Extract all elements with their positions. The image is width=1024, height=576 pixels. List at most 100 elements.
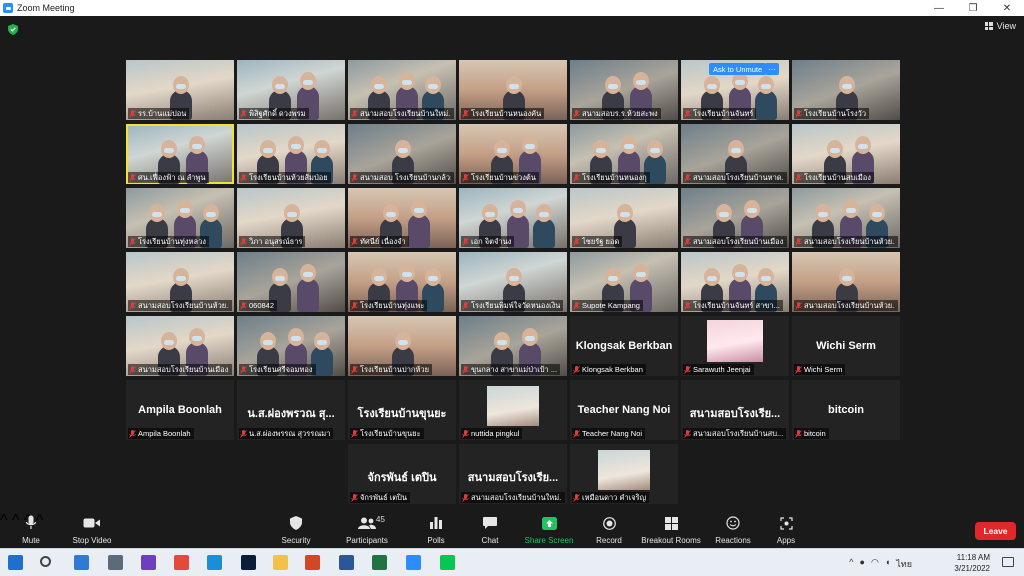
- muted-mic-icon: [129, 301, 136, 310]
- photoshop-icon[interactable]: [241, 555, 256, 570]
- participant-tile[interactable]: สนามสอบโรงเรียนบ้านห้วย...: [126, 252, 234, 312]
- clock-date: 3/21/2022: [954, 564, 990, 573]
- face-mask: [596, 148, 606, 153]
- edge-icon[interactable]: [207, 555, 222, 570]
- audio-options-chevron-icon[interactable]: ^: [0, 512, 8, 529]
- participant-tile[interactable]: โรงเรียนบ้านหนองคัน: [459, 60, 567, 120]
- participant-tile[interactable]: โรงเรียนบ้านหนองกุ: [570, 124, 678, 184]
- participant-tile[interactable]: เอก จิตจำนง: [459, 188, 567, 248]
- participant-tile[interactable]: สนามสอบร.ร.ห้วยสะพง: [570, 60, 678, 120]
- participant-tile[interactable]: โรงเรียนบ้านทุ่งหลวง: [126, 188, 234, 248]
- face-mask: [872, 212, 882, 217]
- participant-tile[interactable]: Ampila Boonlah Ampila Boonlah: [126, 380, 234, 440]
- wifi-icon[interactable]: ◠: [871, 557, 879, 571]
- participant-tile[interactable]: สนามสอบโรงเรียนบ้านเมือง...: [681, 188, 789, 248]
- polls-button[interactable]: Polls: [425, 515, 447, 547]
- mute-button[interactable]: Mute: [20, 515, 42, 547]
- line-icon[interactable]: [440, 555, 455, 570]
- participant-tile[interactable]: โรงเรียนบ้านข่วงต้น: [459, 124, 567, 184]
- excel-icon[interactable]: [372, 555, 387, 570]
- participant-tile[interactable]: โรงเรียนบ้านโรงวัว: [792, 60, 900, 120]
- participant-tile[interactable]: โรงเรียนบ้านจันทร์ สาขา...: [681, 252, 789, 312]
- close-window-button[interactable]: ✕: [990, 0, 1024, 16]
- microphone-tray-icon[interactable]: ●: [860, 557, 865, 571]
- stop-video-button[interactable]: Stop Video: [72, 515, 112, 547]
- maximize-button[interactable]: ❐: [956, 0, 990, 16]
- participant-tile[interactable]: โรงเรียนศรีจอมทอง: [237, 316, 345, 376]
- participant-tile[interactable]: Ask to Unmute ··· โรงเรียนบ้านจันทร์: [681, 60, 789, 120]
- participant-tile[interactable]: โรงเรียนบ้านสบเมือง: [792, 124, 900, 184]
- language-indicator[interactable]: ไทย: [896, 557, 912, 571]
- ask-to-unmute-button[interactable]: Ask to Unmute: [709, 63, 767, 75]
- participant-tile[interactable]: สนามสอบโรงเรียนบ้านใหม่...: [348, 60, 456, 120]
- breakout-rooms-button[interactable]: Breakout Rooms: [641, 515, 701, 547]
- participant-tile[interactable]: ไชยรัฐ ยอด: [570, 188, 678, 248]
- participant-tile[interactable]: Klongsak Berkban Klongsak Berkban: [570, 316, 678, 376]
- participant-tile[interactable]: nuttida pingkul: [459, 380, 567, 440]
- share-screen-button[interactable]: Share Screen: [523, 515, 575, 547]
- calculator-icon[interactable]: [108, 555, 123, 570]
- participant-name-label: โรงเรียนพิมพ์ใจวัดหนองเงิน: [461, 300, 564, 311]
- participant-tile[interactable]: จักรพันธ์ เตปิน จักรพันธ์ เตปิน: [348, 444, 456, 504]
- zoom-icon[interactable]: [406, 555, 421, 570]
- encryption-shield-icon[interactable]: [8, 24, 18, 35]
- participant-name: วิภา อนุสรณ์ธาร: [249, 236, 303, 246]
- chevron-up-icon[interactable]: ^: [849, 557, 853, 571]
- clock[interactable]: 11:18 AM 3/21/2022: [954, 552, 990, 574]
- reactions-button[interactable]: Reactions: [715, 515, 751, 547]
- participant-tile[interactable]: Teacher Nang Noi Teacher Nang Noi: [570, 380, 678, 440]
- participant-name-label: ทัศนีย์ เนื่องจำ: [350, 236, 409, 247]
- participant-tile[interactable]: สนามสอบ โรงเรียนบ้านกล้วย: [348, 124, 456, 184]
- file-explorer-icon[interactable]: [273, 555, 288, 570]
- word-icon[interactable]: [339, 555, 354, 570]
- view-button[interactable]: View: [984, 21, 1016, 31]
- participant-tile[interactable]: สนามสอบโรงเรียนบ้านเมือง...: [126, 316, 234, 376]
- participant-tile[interactable]: น.ส.ผ่องพรวณ สุ... น.ส.ผ่องพรรณ สุวรรณมา: [237, 380, 345, 440]
- participant-tile[interactable]: สนามสอบโรงเรียนบ้านห้วย...: [792, 252, 900, 312]
- windows-start-icon[interactable]: [8, 555, 23, 570]
- face-mask: [275, 276, 285, 281]
- chat-button[interactable]: Chat: [478, 515, 502, 547]
- participant-tile[interactable]: โรงเรียนพิมพ์ใจวัดหนองเงิน: [459, 252, 567, 312]
- chrome-icon[interactable]: [174, 555, 189, 570]
- participant-name: ทัศนีย์ เนื่องจำ: [360, 236, 406, 246]
- participant-tile[interactable]: โรงเรียนบ้านทุ่งแพะ: [348, 252, 456, 312]
- participant-tile[interactable]: Sarawuth Jeenjai: [681, 316, 789, 376]
- speaker-icon[interactable]: ◖: [885, 557, 890, 571]
- participant-tile[interactable]: โรงเรียนบ้านห้วยส้มป่อย: [237, 124, 345, 184]
- mail-icon[interactable]: [74, 555, 89, 570]
- participant-tile[interactable]: สนามสอบโรงเรีย... สนามสอบโรงเรียนบ้านใหม่…: [459, 444, 567, 504]
- apps-button[interactable]: Apps: [776, 515, 796, 547]
- participant-tile[interactable]: โรงเรียนบ้านปากห้วย: [348, 316, 456, 376]
- more-options-button[interactable]: ···: [765, 63, 779, 75]
- visual-studio-icon[interactable]: [141, 555, 156, 570]
- participant-tile[interactable]: โรงเรียนบ้านขุนยะ โรงเรียนบ้านขุนยะ: [348, 380, 456, 440]
- record-button[interactable]: Record: [594, 515, 624, 547]
- participant-tile[interactable]: สนามสอบโรงเรียนบ้านห้วย...: [792, 188, 900, 248]
- participant-tile[interactable]: 060842: [237, 252, 345, 312]
- zoom-app-icon: [3, 3, 13, 13]
- participant-tile[interactable]: รร.บ้านแม่ปอน: [126, 60, 234, 120]
- notification-icon[interactable]: [1002, 557, 1014, 567]
- video-options-chevron-icon[interactable]: ^: [12, 512, 20, 529]
- participant-tile[interactable]: สนามสอบโรงเรีย... สนามสอบโรงเรียนบ้านสบ..…: [681, 380, 789, 440]
- participant-tile[interactable]: ขุนกลาง สาขาแม่ป่าเป้า ...: [459, 316, 567, 376]
- participant-tile[interactable]: ทัศนีย์ เนื่องจำ: [348, 188, 456, 248]
- powerpoint-icon[interactable]: [305, 555, 320, 570]
- muted-mic-icon: [795, 237, 802, 246]
- participants-button[interactable]: 45 Participants: [345, 515, 389, 547]
- participant-tile[interactable]: Wichi Serm Wichi Serm: [792, 316, 900, 376]
- participant-tile[interactable]: Supote Kampang: [570, 252, 678, 312]
- participant-tile[interactable]: ศน.เฟื่องฟ้า ณ ลำพูน: [126, 124, 234, 184]
- security-button[interactable]: Security: [281, 515, 311, 547]
- participant-tile[interactable]: bitcoin bitcoin: [792, 380, 900, 440]
- minimize-button[interactable]: —: [922, 0, 956, 16]
- participant-tile[interactable]: สนามสอบโรงเรียนบ้านหาด...: [681, 124, 789, 184]
- participant-tile[interactable]: วิภา อนุสรณ์ธาร: [237, 188, 345, 248]
- participant-name-label: ขุนกลาง สาขาแม่ป่าเป้า ...: [461, 364, 561, 375]
- leave-button[interactable]: Leave: [975, 522, 1016, 540]
- search-icon[interactable]: [40, 556, 51, 567]
- participant-tile[interactable]: พิสิฐศักดิ์ ดวงพรม: [237, 60, 345, 120]
- muted-mic-icon: [795, 301, 802, 310]
- participant-tile[interactable]: เหมือนดาว คำเจริญ: [570, 444, 678, 504]
